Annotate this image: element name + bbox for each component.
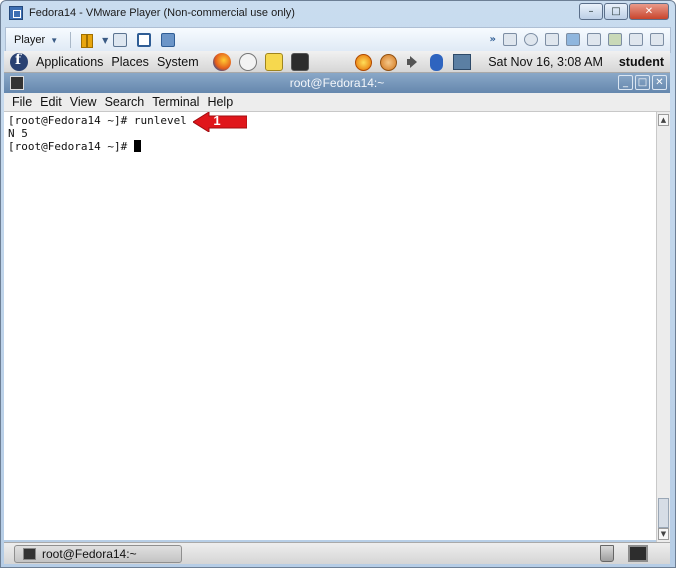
- bluetooth-icon[interactable]: [430, 53, 444, 71]
- terminal-prompt: [root@Fedora14 ~]#: [8, 140, 134, 153]
- status-icon[interactable]: [380, 53, 398, 71]
- terminal-close-button[interactable]: ✕: [652, 75, 667, 90]
- unity-icon[interactable]: [161, 33, 176, 47]
- terminal-title: root@Fedora14:~: [289, 76, 385, 90]
- gnome-bottom-panel: root@Fedora14:~: [4, 542, 670, 564]
- volume-icon[interactable]: [406, 55, 420, 69]
- taskbar-terminal-label: root@Fedora14:~: [42, 547, 137, 561]
- maximize-button[interactable]: □: [604, 3, 628, 20]
- printer-icon[interactable]: [587, 33, 601, 46]
- terminal-window-icon: [23, 548, 36, 560]
- terminal-menubar: File Edit View Search Terminal Help: [4, 93, 670, 112]
- message-log-icon[interactable]: [650, 33, 664, 46]
- scrollbar-thumb[interactable]: [658, 498, 669, 528]
- terminal-scrollbar[interactable]: ▲ ▼: [656, 112, 670, 542]
- update-alert-icon[interactable]: [355, 53, 373, 71]
- menu-view[interactable]: View: [70, 95, 97, 109]
- chevron-down-icon[interactable]: ▼: [102, 36, 108, 45]
- text-editor-icon[interactable]: [264, 52, 283, 71]
- send-ctrl-alt-del-icon[interactable]: [113, 33, 128, 47]
- sound-card-icon[interactable]: [629, 33, 643, 46]
- terminal-window-controls: _ □ ✕: [618, 75, 667, 90]
- menu-places[interactable]: Places: [111, 55, 149, 69]
- menu-edit[interactable]: Edit: [40, 95, 62, 109]
- terminal-line: N 5: [8, 127, 28, 140]
- player-menu-label: Player: [14, 34, 46, 46]
- terminal-line: [root@Fedora14 ~]# runlevel: [8, 114, 187, 127]
- host-titlebar: Fedora14 - VMware Player (Non-commercial…: [1, 1, 675, 25]
- device-icons: »: [490, 33, 664, 46]
- close-button[interactable]: ✕: [629, 3, 669, 20]
- menu-file[interactable]: File: [12, 95, 32, 109]
- firefox-icon[interactable]: [212, 52, 231, 71]
- minimize-button[interactable]: –: [579, 3, 603, 20]
- menu-applications[interactable]: Applications: [36, 55, 103, 69]
- gnome-top-panel: Applications Places System Sat Nov 16, 3…: [4, 51, 670, 73]
- more-devices-icon[interactable]: »: [490, 34, 496, 45]
- menu-help[interactable]: Help: [207, 95, 233, 109]
- terminal-minimize-button[interactable]: _: [618, 75, 633, 90]
- text-cursor: [133, 140, 141, 152]
- scroll-up-icon[interactable]: ▲: [658, 114, 669, 126]
- network-adapter-icon[interactable]: [566, 33, 580, 46]
- terminal-maximize-button[interactable]: □: [635, 75, 650, 90]
- workspace-switcher-icon[interactable]: [628, 545, 648, 562]
- pause-icon[interactable]: [81, 34, 94, 48]
- terminal-titlebar[interactable]: root@Fedora14:~ _ □ ✕: [4, 73, 670, 93]
- menu-system[interactable]: System: [157, 55, 199, 69]
- floppy-icon[interactable]: [545, 33, 559, 46]
- toolbar-divider: [70, 32, 72, 48]
- scroll-down-icon[interactable]: ▼: [658, 528, 669, 540]
- panel-clock[interactable]: Sat Nov 16, 3:08 AM: [488, 55, 603, 69]
- menu-search[interactable]: Search: [105, 95, 145, 109]
- panel-notification-area: Sat Nov 16, 3:08 AM student: [351, 51, 670, 73]
- usb-icon[interactable]: [608, 33, 622, 46]
- menu-terminal[interactable]: Terminal: [152, 95, 199, 109]
- host-window-controls: – □ ✕: [579, 3, 669, 20]
- host-window-title: Fedora14 - VMware Player (Non-commercial…: [29, 7, 295, 19]
- trash-icon[interactable]: [600, 545, 614, 562]
- terminal-launcher-icon[interactable]: [290, 52, 309, 71]
- vmware-logo-icon: [9, 6, 23, 20]
- fullscreen-icon[interactable]: [137, 33, 152, 47]
- network-icon[interactable]: [453, 54, 472, 70]
- user-menu[interactable]: student: [619, 55, 664, 69]
- chevron-down-icon: ▼: [50, 35, 59, 45]
- terminal-prompt-line: [root@Fedora14 ~]#: [8, 140, 656, 153]
- taskbar-terminal-button[interactable]: root@Fedora14:~: [14, 545, 182, 563]
- step-number-badge: 1: [213, 113, 221, 128]
- mail-client-icon[interactable]: [238, 52, 257, 71]
- player-menu-button[interactable]: Player ▼: [6, 34, 66, 46]
- terminal-window-icon[interactable]: [10, 76, 24, 90]
- host-toolbar: Player ▼ ▼ »: [5, 27, 671, 53]
- fedora-logo-icon: [10, 52, 28, 71]
- hard-disk-icon[interactable]: [503, 33, 517, 46]
- cd-drive-icon[interactable]: [524, 33, 538, 46]
- terminal-output[interactable]: [root@Fedora14 ~]# runlevel N 5 [root@Fe…: [4, 112, 656, 540]
